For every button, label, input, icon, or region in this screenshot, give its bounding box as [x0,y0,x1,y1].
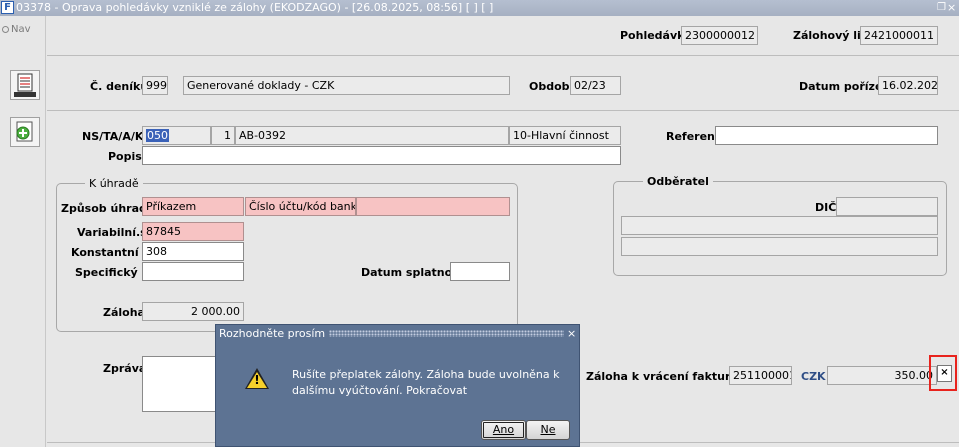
nav-toggle[interactable]: Nav [2,24,31,35]
cislo-deniku-field[interactable]: 999 [142,76,168,95]
cislo-deniku-label: Č. deníku [90,80,149,93]
confirm-dialog: Rozhodněte prosím × ! Rušíte přeplatek z… [215,324,580,447]
titlebar-grip [314,330,564,337]
window-titlebar: F 03378 - Oprava pohledávky vzniklé ze z… [0,0,959,16]
ns-value: 050 [146,129,169,142]
referent-label: Referent [666,130,721,143]
dic-label: DIČ [815,201,837,214]
radio-icon [2,26,9,33]
document-list-button[interactable] [10,70,40,100]
obdobi-field[interactable]: 02/23 [570,76,621,95]
denik-name-field[interactable]: Generované doklady - CZK [183,76,510,95]
variabilni-field[interactable]: 87845 [142,222,244,241]
dic-field[interactable] [836,197,938,216]
popis-field[interactable] [142,146,621,165]
dialog-message: Rušíte přeplatek zálohy. Záloha bude uvo… [292,368,560,397]
datum-porizeni-field[interactable]: 16.02.2023 [878,76,938,95]
zpusob-uhrady-label: Způsob úhrady [61,202,155,215]
no-button-label: Ne [540,423,556,436]
yes-button[interactable]: Ano [481,420,526,440]
odberatel-title: Odběratel [643,175,713,188]
zaloha-field[interactable]: 2 000.00 [142,302,244,321]
separator [47,55,959,56]
a-field[interactable]: AB-0392 [235,126,509,145]
amount-field[interactable]: 350.00 [827,366,937,385]
kod-banky-field[interactable] [356,197,510,216]
no-button[interactable]: Ne [526,420,570,440]
zpusob-uhrady-field[interactable]: Příkazem [142,197,244,216]
popis-label: Popis [108,150,142,163]
specificky-field[interactable] [142,262,244,281]
dialog-close-icon[interactable]: × [567,325,576,342]
close-icon[interactable]: × [937,365,952,382]
app-icon: F [1,1,14,14]
sidebar: Nav [0,16,46,447]
dialog-titlebar: Rozhodněte prosím × [216,325,579,342]
cislo-uctu-field[interactable]: Číslo účtu/kód banky [245,197,356,216]
zaloha-k-vraceni-field[interactable]: 2511000011 [729,366,792,385]
ta-field[interactable]: 1 [211,126,235,145]
window-title: 03378 - Oprava pohledávky vzniklé ze zál… [16,1,494,14]
odberatel-line2-field[interactable] [621,237,938,256]
odberatel-line1-field[interactable] [621,216,938,235]
obdobi-label: Období [529,80,574,93]
close-window-icon[interactable]: × [947,0,959,16]
konstantni-label: Konstantní s. [71,246,154,259]
datum-splatnosti-field[interactable] [450,262,510,281]
variabilni-label: Variabilní.s. [77,226,151,239]
restore-window-icon[interactable]: ❐ [937,0,947,16]
konstantni-field[interactable]: 308 [142,242,244,261]
pohledavka-field[interactable]: 2300000012 [681,26,758,45]
zprava-label: Zpráva [103,362,147,375]
warning-icon-mark: ! [254,373,260,387]
document-list-icon [14,73,36,97]
add-document-button[interactable] [10,117,40,147]
k-uhrade-title: K úhradě [85,177,143,190]
zprava-field[interactable] [142,356,222,412]
ns-field[interactable]: 050 [142,126,211,145]
specificky-label: Specifický s. [75,266,153,279]
dialog-title: Rozhodněte prosím [219,325,330,342]
zalohovy-list-field[interactable]: 2421000011 [860,26,938,45]
yes-button-label: Ano [492,423,515,436]
referent-field[interactable] [715,126,938,145]
nav-label: Nav [11,24,31,35]
zaloha-label: Záloha [103,306,145,319]
currency-label: CZK [801,370,826,383]
kp-field[interactable]: 10-Hlavní činnost [509,126,621,145]
add-document-icon [16,121,33,142]
separator [47,110,959,111]
